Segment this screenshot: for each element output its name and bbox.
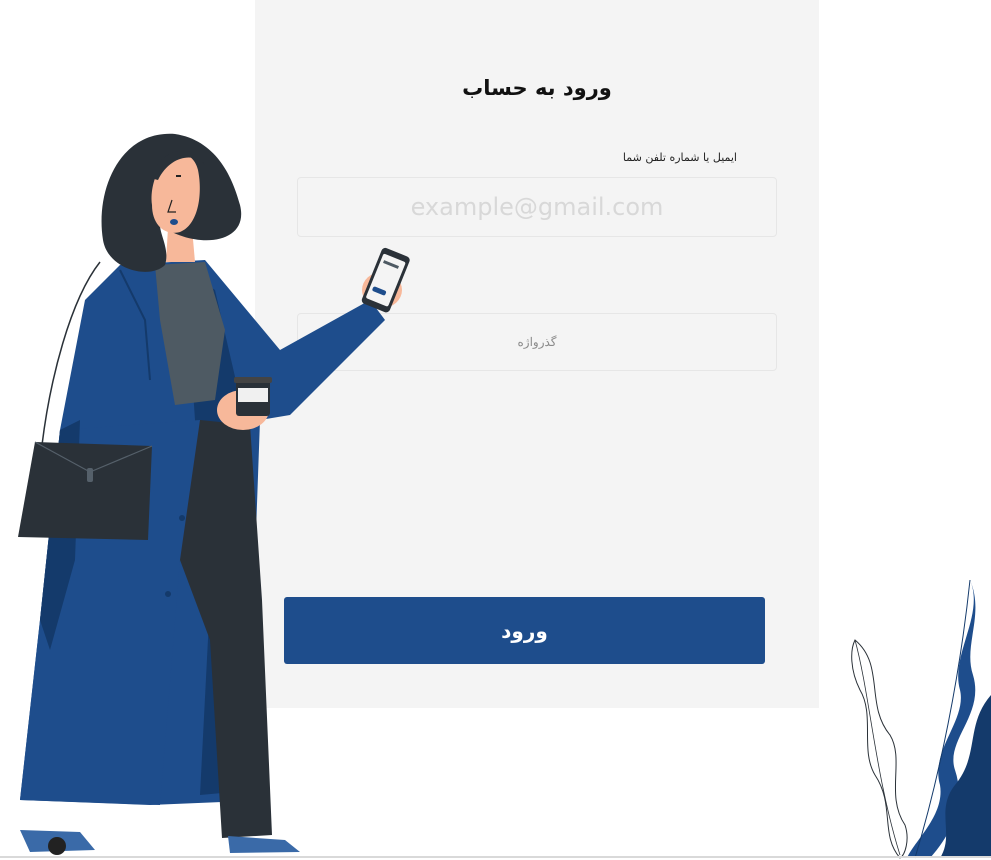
plant-leaves-illustration — [851, 579, 991, 859]
woman-with-phone-illustration — [18, 133, 410, 855]
email-label: ایمیل یا شماره تلفن شما — [622, 151, 737, 164]
page-title: ورود به حساب — [462, 76, 612, 100]
ground-line — [0, 856, 991, 858]
